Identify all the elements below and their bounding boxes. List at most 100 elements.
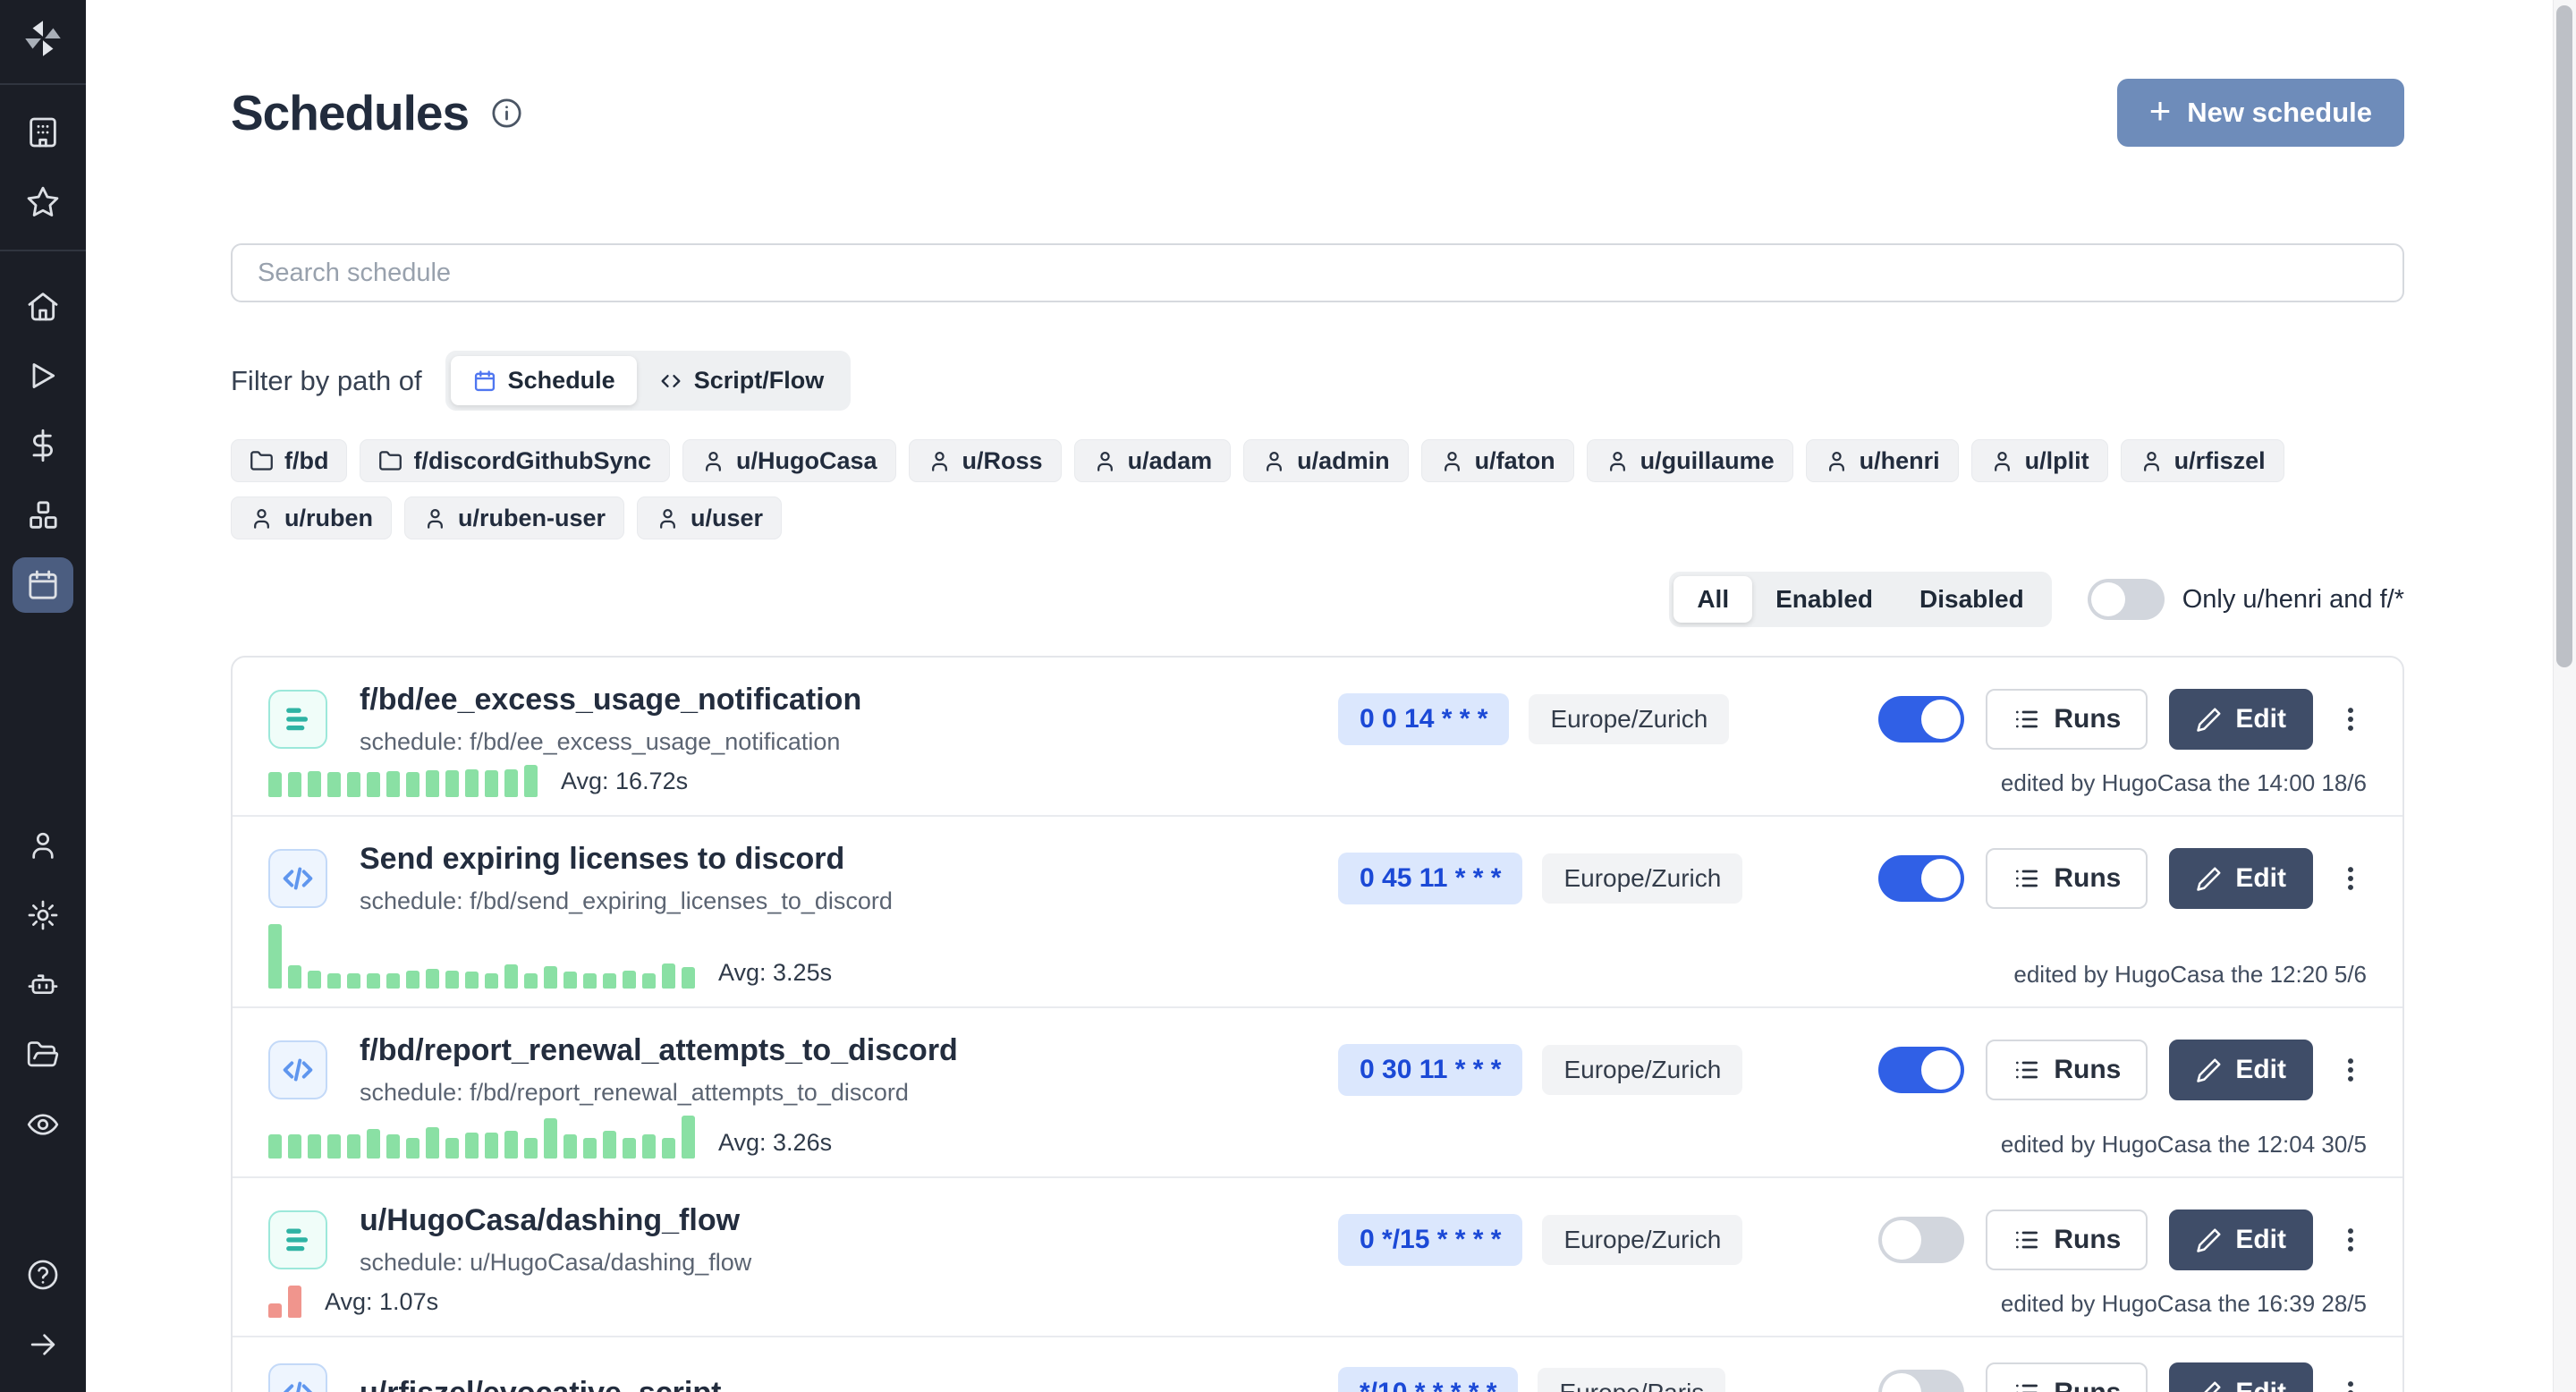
runtime-bars (268, 765, 538, 797)
edit-label: Edit (2235, 863, 2286, 894)
eye-icon (26, 1108, 60, 1142)
edit-label: Edit (2235, 704, 2286, 734)
user-icon (1093, 449, 1117, 473)
schedule-title: u/HugoCasa/dashing_flow (360, 1203, 751, 1238)
windmill-logo-icon[interactable] (21, 16, 65, 65)
cron-badge: 0 */15 * * * * (1338, 1214, 1522, 1266)
runs-button[interactable]: Runs (1986, 1040, 2148, 1100)
edit-label: Edit (2235, 1055, 2286, 1085)
folder-icon (250, 449, 274, 473)
kebab-menu-icon[interactable] (2334, 1045, 2367, 1095)
sidebar-item-help[interactable] (13, 1247, 73, 1303)
new-schedule-button[interactable]: + New schedule (2117, 79, 2404, 147)
path-filter-chip[interactable]: u/guillaume (1587, 439, 1793, 482)
schedule-row: Send expiring licenses to discord schedu… (233, 817, 2402, 1008)
schedule-enabled-toggle[interactable] (1878, 855, 1964, 902)
folder-icon (378, 449, 402, 473)
path-filter-chip[interactable]: u/Ross (909, 439, 1062, 482)
page-title: Schedules (231, 84, 469, 141)
edit-button[interactable]: Edit (2169, 1210, 2313, 1270)
kebab-menu-icon[interactable] (2334, 1368, 2367, 1392)
help-circle-icon (26, 1258, 60, 1292)
user-icon (656, 506, 680, 530)
sidebar-item-schedules[interactable] (13, 557, 73, 613)
schedule-enabled-toggle[interactable] (1878, 1047, 1964, 1093)
runs-label: Runs (2054, 1055, 2121, 1085)
path-filter-chip[interactable]: u/henri (1806, 439, 1959, 482)
user-icon (928, 449, 952, 473)
timezone-badge: Europe/Zurich (1542, 853, 1742, 904)
path-filter-chip[interactable]: u/ruben-user (404, 497, 624, 539)
path-filter-chip[interactable]: u/admin (1243, 439, 1409, 482)
status-filter-all[interactable]: All (1674, 576, 1752, 623)
path-filter-chip[interactable]: u/faton (1421, 439, 1574, 482)
kebab-menu-icon[interactable] (2334, 694, 2367, 744)
edit-button[interactable]: Edit (2169, 689, 2313, 750)
runs-button[interactable]: Runs (1986, 689, 2148, 750)
kebab-menu-icon[interactable] (2334, 853, 2367, 904)
sidebar-collapse-button[interactable] (13, 1317, 73, 1372)
avg-runtime: Avg: 16.72s (561, 768, 688, 797)
edit-button[interactable]: Edit (2169, 848, 2313, 909)
status-filter-enabled[interactable]: Enabled (1752, 576, 1896, 623)
schedule-path: schedule: u/HugoCasa/dashing_flow (360, 1249, 751, 1277)
folder-open-icon (26, 1038, 60, 1072)
only-henri-toggle[interactable] (2088, 579, 2165, 620)
sidebar-item-settings[interactable] (13, 887, 73, 943)
runtime-bars (268, 1286, 301, 1318)
runs-label: Runs (2054, 863, 2121, 894)
pencil-icon (2196, 706, 2223, 733)
runs-button[interactable]: Runs (1986, 1210, 2148, 1270)
schedule-path: schedule: f/bd/send_expiring_licenses_to… (360, 887, 893, 915)
sidebar-item-workspace[interactable] (13, 105, 73, 160)
runs-button[interactable]: Runs (1986, 848, 2148, 909)
code-icon (277, 1049, 318, 1091)
path-filter-chip[interactable]: f/discordGithubSync (360, 439, 670, 482)
timezone-badge: Europe/Zurich (1542, 1045, 1742, 1095)
schedule-row: u/HugoCasa/dashing_flow schedule: u/Hugo… (233, 1178, 2402, 1337)
search-input[interactable] (231, 243, 2404, 302)
sidebar-item-favorites[interactable] (13, 174, 73, 230)
path-filter-chip[interactable]: u/rfiszel (2121, 439, 2284, 482)
path-filter-chip[interactable]: u/adam (1074, 439, 1232, 482)
runs-button[interactable]: Runs (1986, 1362, 2148, 1392)
path-filter-chip[interactable]: u/ruben (231, 497, 392, 539)
kebab-menu-icon[interactable] (2334, 1215, 2367, 1265)
list-icon (2012, 864, 2041, 893)
runs-label: Runs (2054, 704, 2121, 734)
path-filter-chip[interactable]: u/lplit (1971, 439, 2108, 482)
schedule-type-icon (268, 690, 327, 749)
path-type-schedule[interactable]: Schedule (451, 356, 637, 405)
schedule-enabled-toggle[interactable] (1878, 1217, 1964, 1263)
path-type-script-flow[interactable]: Script/Flow (637, 356, 846, 405)
cron-badge: */10 * * * * * (1338, 1367, 1518, 1392)
sidebar-item-audit[interactable] (13, 1097, 73, 1152)
schedule-list: f/bd/ee_excess_usage_notification schedu… (231, 656, 2404, 1392)
path-filter-chip[interactable]: f/bd (231, 439, 347, 482)
sidebar-item-resources[interactable] (13, 488, 73, 543)
gear-icon (26, 898, 60, 932)
sidebar-item-workers[interactable] (13, 957, 73, 1013)
schedule-enabled-toggle[interactable] (1878, 1370, 1964, 1392)
schedule-type-icon (268, 1040, 327, 1099)
avg-runtime: Avg: 1.07s (325, 1288, 438, 1318)
sidebar-item-user[interactable] (13, 818, 73, 873)
scrollbar-thumb[interactable] (2556, 5, 2572, 667)
user-icon (250, 506, 274, 530)
edited-by: edited by HugoCasa the 16:39 28/5 (2001, 1290, 2367, 1318)
status-filter: AllEnabledDisabled (1669, 572, 2051, 627)
schedule-enabled-toggle[interactable] (1878, 696, 1964, 743)
edit-button[interactable]: Edit (2169, 1040, 2313, 1100)
sidebar-item-home[interactable] (13, 278, 73, 334)
path-filter-chip[interactable]: u/HugoCasa (682, 439, 896, 482)
sidebar-item-variables[interactable] (13, 418, 73, 473)
edit-button[interactable]: Edit (2169, 1362, 2313, 1392)
info-icon[interactable] (490, 97, 523, 130)
avg-runtime: Avg: 3.25s (718, 959, 832, 989)
sidebar-item-runs[interactable] (13, 348, 73, 403)
schedule-title: u/rfiszel/evocative_script (360, 1376, 721, 1392)
path-filter-chip[interactable]: u/user (637, 497, 782, 539)
status-filter-disabled[interactable]: Disabled (1896, 576, 2047, 623)
user-icon (26, 828, 60, 862)
sidebar-item-folders[interactable] (13, 1027, 73, 1082)
